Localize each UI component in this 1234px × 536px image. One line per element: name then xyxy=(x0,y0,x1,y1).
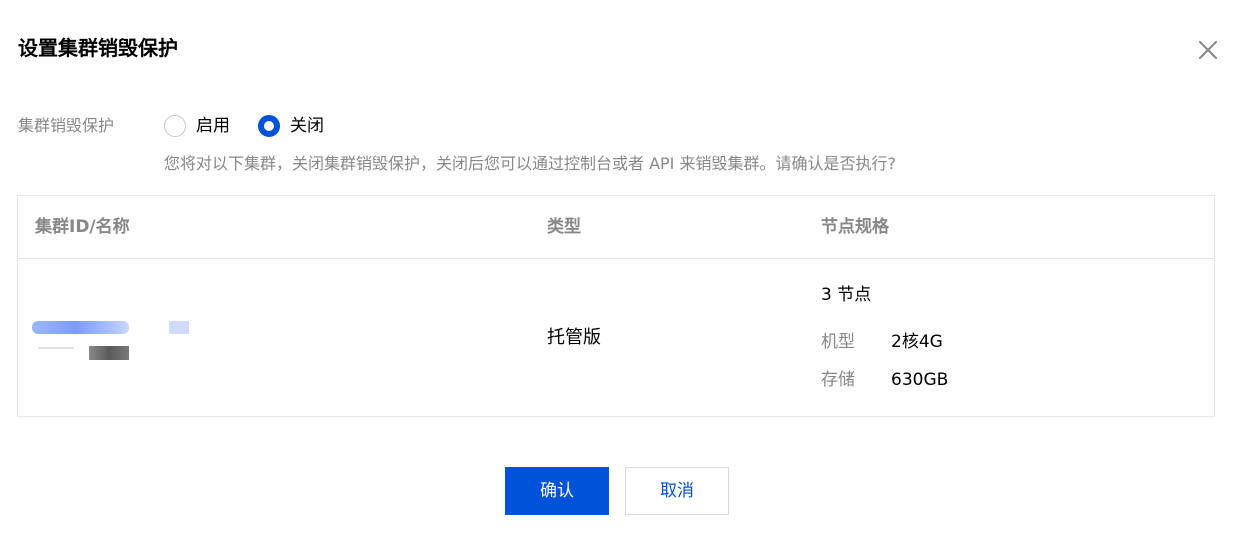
cancel-button[interactable]: 取消 xyxy=(625,467,729,515)
cluster-table: 集群ID/名称 类型 节点规格 托管版 3 节点 机型 2核4G 存储 630G xyxy=(17,195,1215,417)
radio-disable-circle[interactable] xyxy=(258,115,280,137)
spec-value: 630GB xyxy=(891,370,949,390)
protection-label: 集群销毁保护 xyxy=(18,116,115,135)
redacted-block xyxy=(38,347,74,349)
dialog-title: 设置集群销毁保护 xyxy=(18,36,178,60)
destroy-protection-dialog: 设置集群销毁保护 集群销毁保护 启用 关闭 您将对以下集群，关闭集群销毁保护，关… xyxy=(0,0,1234,536)
protection-hint: 您将对以下集群，关闭集群销毁保护，关闭后您可以通过控制台或者 API 来销毁集群… xyxy=(164,154,896,173)
radio-disable[interactable]: 关闭 xyxy=(258,112,324,140)
spec-machine-type: 机型 2核4G xyxy=(821,329,943,355)
spec-value: 2核4G xyxy=(891,332,943,352)
header-cluster-id: 集群ID/名称 xyxy=(35,217,130,237)
close-button[interactable] xyxy=(1196,38,1220,62)
close-icon xyxy=(1198,40,1218,60)
redacted-block xyxy=(169,321,189,334)
spec-key: 存储 xyxy=(821,370,855,390)
redacted-block xyxy=(89,346,129,360)
spec-key: 机型 xyxy=(821,332,855,352)
node-spec-cell: 3 节点 机型 2核4G 存储 630GB xyxy=(821,259,1201,417)
radio-disable-label: 关闭 xyxy=(290,116,324,136)
cluster-id-redacted xyxy=(32,321,192,363)
spec-storage: 存储 630GB xyxy=(821,367,948,393)
table-header: 集群ID/名称 类型 节点规格 xyxy=(18,196,1214,259)
header-node-spec: 节点规格 xyxy=(821,217,889,237)
dialog-footer: 确认 取消 xyxy=(0,467,1234,515)
radio-enable-label: 启用 xyxy=(196,116,230,136)
table-row: 托管版 3 节点 机型 2核4G 存储 630GB xyxy=(18,259,1214,417)
redacted-block xyxy=(32,321,129,334)
radio-enable[interactable]: 启用 xyxy=(164,112,230,140)
header-type: 类型 xyxy=(547,217,581,237)
node-count: 3 节点 xyxy=(821,285,872,305)
protection-field: 集群销毁保护 启用 关闭 xyxy=(18,112,352,140)
radio-enable-circle[interactable] xyxy=(164,115,186,137)
cluster-type: 托管版 xyxy=(547,327,601,348)
confirm-button[interactable]: 确认 xyxy=(505,467,609,515)
